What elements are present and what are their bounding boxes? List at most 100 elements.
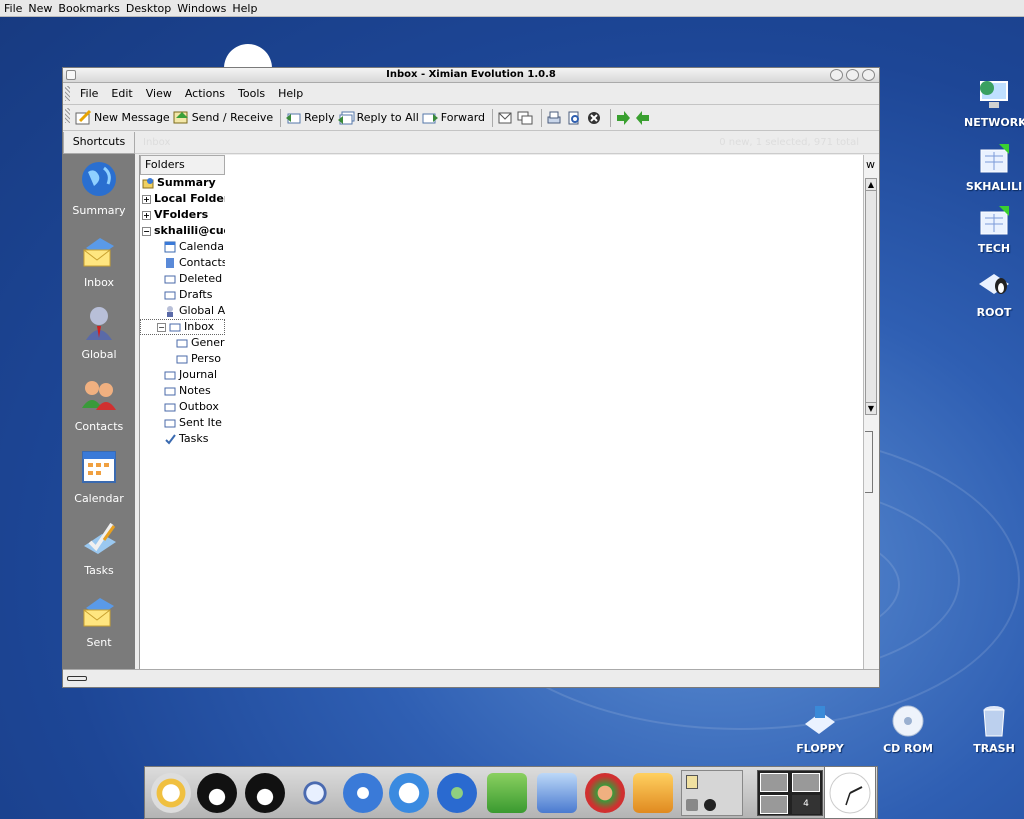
message-scrollbar[interactable]: ▲ ▼ bbox=[865, 178, 877, 415]
shortcut-inbox[interactable]: Inbox bbox=[63, 226, 135, 298]
status-bar bbox=[63, 669, 879, 687]
desktop-icon-network[interactable]: NETWORK bbox=[964, 78, 1024, 129]
menu-new[interactable]: New bbox=[28, 2, 52, 15]
folder-drafts[interactable]: Drafts bbox=[140, 287, 225, 303]
folder-inbox[interactable]: − Inbox bbox=[140, 319, 225, 335]
root-tux-icon[interactable] bbox=[197, 773, 237, 813]
menu-file[interactable]: File bbox=[4, 2, 22, 15]
scroll-down-icon[interactable]: ▼ bbox=[866, 402, 876, 414]
print-preview-icon[interactable] bbox=[566, 110, 582, 126]
expand-icon[interactable]: + bbox=[142, 210, 151, 220]
folder-deleted[interactable]: Deleted bbox=[140, 271, 225, 287]
app-menu-file[interactable]: File bbox=[77, 87, 101, 100]
users-icon[interactable] bbox=[585, 773, 625, 813]
folder-label: Journal bbox=[179, 368, 218, 381]
send-receive-button[interactable]: Send / Receive bbox=[173, 109, 273, 126]
app-menu-tools[interactable]: Tools bbox=[235, 87, 268, 100]
folder-contacts[interactable]: Contacts bbox=[140, 255, 225, 271]
folder-personal[interactable]: Perso bbox=[140, 351, 225, 367]
window-menu-icon[interactable] bbox=[66, 70, 76, 80]
pager-desktop-3[interactable] bbox=[760, 795, 788, 814]
menubar-grip-icon[interactable] bbox=[65, 86, 70, 101]
desktop-icon-cdrom[interactable]: CD ROM bbox=[878, 704, 938, 755]
menu-windows[interactable]: Windows bbox=[177, 2, 226, 15]
app-menu-actions[interactable]: Actions bbox=[182, 87, 228, 100]
folder-tasks[interactable]: Tasks bbox=[140, 431, 225, 447]
folders-header[interactable]: Folders bbox=[140, 155, 225, 175]
folder-journal[interactable]: Journal bbox=[140, 367, 225, 383]
desktop-icon-trash[interactable]: TRASH bbox=[964, 704, 1024, 755]
kmenu-icon[interactable] bbox=[151, 773, 191, 813]
shortcut-label: Contacts bbox=[74, 420, 124, 433]
window-titlebar[interactable]: Inbox - Ximian Evolution 1.0.8 bbox=[63, 68, 879, 83]
folder-local[interactable]: + Local Folders bbox=[140, 191, 225, 207]
expand-icon[interactable]: + bbox=[142, 194, 151, 204]
folder-summary[interactable]: Summary bbox=[140, 175, 225, 191]
app-menu-edit[interactable]: Edit bbox=[108, 87, 135, 100]
column-header[interactable]: w bbox=[866, 158, 875, 171]
close-button[interactable] bbox=[862, 69, 875, 81]
folder-outbox[interactable]: Outbox bbox=[140, 399, 225, 415]
move-icon[interactable] bbox=[497, 110, 513, 126]
menu-desktop[interactable]: Desktop bbox=[126, 2, 171, 15]
path-bar: Inbox 0 new, 1 selected, 971 total bbox=[135, 132, 879, 154]
copy-icon[interactable] bbox=[517, 110, 533, 126]
folder-notes[interactable]: Notes bbox=[140, 383, 225, 399]
gimp-icon[interactable] bbox=[633, 773, 673, 813]
forward-button[interactable]: Forward bbox=[422, 109, 485, 126]
desktop-icon-root[interactable]: ROOT bbox=[964, 268, 1024, 319]
folder-vfolders[interactable]: + VFolders bbox=[140, 207, 225, 223]
shortcut-summary[interactable]: Summary bbox=[63, 154, 135, 226]
shortcuts-header[interactable]: Shortcuts bbox=[63, 132, 135, 154]
folder-general[interactable]: Gener bbox=[140, 335, 225, 351]
magnifier-icon[interactable] bbox=[295, 773, 335, 813]
message-count-status: 0 new, 1 selected, 971 total bbox=[719, 137, 859, 148]
pager-desktop-4[interactable]: 4 bbox=[792, 795, 820, 814]
online-status-icon[interactable] bbox=[67, 676, 87, 681]
menu-bookmarks[interactable]: Bookmarks bbox=[58, 2, 119, 15]
print-icon[interactable] bbox=[546, 110, 562, 126]
menu-help[interactable]: Help bbox=[232, 2, 257, 15]
desktop-icon-skhalili[interactable]: SKHALILI bbox=[964, 142, 1024, 193]
collapse-icon[interactable]: − bbox=[142, 226, 151, 236]
media-play-icon[interactable] bbox=[704, 799, 716, 811]
next-arrow-icon[interactable] bbox=[615, 110, 631, 126]
folder-account[interactable]: − skhalili@cucl bbox=[140, 223, 225, 239]
reply-all-button[interactable]: Reply to All bbox=[337, 109, 419, 126]
maximize-button[interactable] bbox=[846, 69, 859, 81]
shortcut-contacts[interactable]: Contacts bbox=[63, 370, 135, 442]
message-list-pane[interactable] bbox=[225, 155, 879, 669]
folder-sent-items[interactable]: Sent Ite bbox=[140, 415, 225, 431]
previous-arrow-icon[interactable] bbox=[635, 110, 651, 126]
pager-desktop-2[interactable] bbox=[792, 773, 820, 792]
browser-globe-icon[interactable] bbox=[343, 773, 383, 813]
folder-global-address[interactable]: Global A bbox=[140, 303, 225, 319]
shortcut-global[interactable]: Global bbox=[63, 298, 135, 370]
globe-icon bbox=[80, 160, 118, 198]
delete-icon[interactable] bbox=[586, 110, 602, 126]
file-manager-icon[interactable] bbox=[487, 773, 527, 813]
folder-calendar[interactable]: Calenda bbox=[140, 239, 225, 255]
shortcut-tasks[interactable]: Tasks bbox=[63, 514, 135, 586]
clipboard-icon[interactable] bbox=[686, 775, 698, 789]
network-tool-icon[interactable] bbox=[537, 773, 577, 813]
reply-button[interactable]: Reply bbox=[285, 109, 335, 126]
user-tux-icon[interactable] bbox=[245, 773, 285, 813]
collapse-icon[interactable]: − bbox=[157, 322, 166, 332]
pager-desktop-1[interactable] bbox=[760, 773, 788, 792]
shortcut-sent[interactable]: Sent bbox=[63, 586, 135, 658]
app-menu-view[interactable]: View bbox=[143, 87, 175, 100]
new-message-button[interactable]: New Message bbox=[75, 109, 170, 126]
speaker-icon[interactable] bbox=[686, 799, 698, 811]
toolbar-grip-icon[interactable] bbox=[65, 108, 70, 123]
analog-clock[interactable] bbox=[824, 766, 876, 819]
scroll-up-icon[interactable]: ▲ bbox=[866, 179, 876, 191]
minimize-button[interactable] bbox=[830, 69, 843, 81]
app-menu-help[interactable]: Help bbox=[275, 87, 306, 100]
internet-icon[interactable] bbox=[437, 773, 477, 813]
mail-folder-icon bbox=[164, 289, 176, 301]
desktop-icon-tech[interactable]: TECH bbox=[964, 204, 1024, 255]
shortcut-calendar[interactable]: Calendar bbox=[63, 442, 135, 514]
desktop-icon-floppy[interactable]: FLOPPY bbox=[790, 704, 850, 755]
mail-client-icon[interactable] bbox=[389, 773, 429, 813]
